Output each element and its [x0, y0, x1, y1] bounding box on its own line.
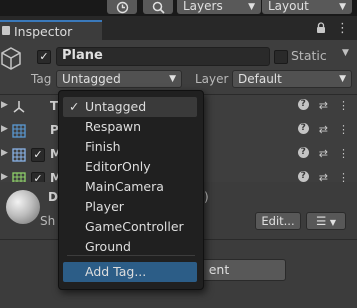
- material-name: D: [48, 190, 58, 204]
- static-label: Static: [291, 48, 327, 63]
- object-name-field[interactable]: Plane: [56, 47, 270, 66]
- gameobject-cube-icon: [1, 47, 21, 70]
- menu-item-respawn[interactable]: Respawn: [63, 117, 197, 137]
- chevron-down-icon[interactable]: ▼: [342, 48, 349, 58]
- check-icon: ✓: [33, 148, 43, 161]
- lock-icon[interactable]: [316, 22, 326, 34]
- menu-item-finish[interactable]: Finish: [63, 137, 197, 157]
- menu-item-gamecontroller[interactable]: GameController: [63, 217, 197, 237]
- material-name-tail: ): [204, 190, 209, 204]
- chevron-down-icon: ▼: [329, 218, 337, 227]
- help-icon[interactable]: ?: [297, 99, 309, 110]
- material-preview-sphere: [6, 190, 40, 224]
- search-button[interactable]: [143, 0, 173, 14]
- edit-label: Edit...: [261, 214, 295, 228]
- active-checkbox[interactable]: ✓: [37, 50, 51, 64]
- menu-item-label: GameController: [85, 219, 184, 234]
- layer-label: Layer: [195, 72, 229, 86]
- object-name-value: Plane: [62, 48, 103, 63]
- tag-value: Untagged: [62, 72, 121, 86]
- top-toolbar: Layers ▼ Layout ▼: [0, 0, 357, 16]
- inspector-icon: [2, 26, 10, 35]
- object-header: ✓ Plane Static ▼ Tag Untagged ▼ Layer De…: [0, 40, 357, 95]
- help-icon[interactable]: ?: [297, 123, 309, 134]
- list-icon: ☰: [315, 214, 327, 228]
- component-enabled-checkbox[interactable]: ✓: [31, 148, 45, 162]
- preset-icon[interactable]: ⇄: [319, 147, 328, 160]
- expand-arrow-icon[interactable]: ▶: [1, 148, 8, 158]
- expand-arrow-icon[interactable]: ▶: [1, 172, 8, 182]
- shader-label: Sh: [40, 214, 56, 228]
- preset-icon[interactable]: ⇄: [319, 123, 328, 136]
- help-icon[interactable]: ?: [297, 147, 309, 158]
- shader-options-dropdown[interactable]: ☰ ▼: [306, 212, 346, 230]
- component-actions: ? ⇄ ⋮: [297, 147, 349, 160]
- edit-shader-button[interactable]: Edit...: [255, 212, 301, 230]
- chevron-down-icon: ▼: [169, 74, 176, 84]
- layer-value: Default: [238, 72, 282, 86]
- check-icon: ✓: [39, 50, 49, 63]
- component-actions: ? ⇄ ⋮: [297, 99, 349, 112]
- transform-icon: [13, 101, 25, 113]
- menu-separator: [67, 255, 195, 256]
- menu-item-untagged[interactable]: ✓ Untagged: [63, 97, 197, 117]
- menu-item-label: Untagged: [85, 99, 147, 114]
- expand-arrow-icon[interactable]: ▶: [1, 124, 8, 134]
- menu-item-label: Add Tag...: [85, 264, 147, 279]
- menu-item-label: Respawn: [85, 119, 142, 134]
- tag-label: Tag: [31, 72, 52, 86]
- more-options-icon[interactable]: ⋮: [338, 99, 349, 112]
- menu-item-label: MainCamera: [85, 179, 164, 194]
- menu-item-label: Finish: [85, 139, 121, 154]
- component-actions: ? ⇄ ⋮: [297, 123, 349, 136]
- static-checkbox[interactable]: [274, 50, 288, 64]
- preset-icon[interactable]: ⇄: [319, 99, 328, 112]
- layers-dropdown[interactable]: Layers ▼: [177, 0, 261, 14]
- search-icon: [152, 1, 165, 14]
- menu-item-player[interactable]: Player: [63, 197, 197, 217]
- check-icon: ✓: [69, 99, 80, 114]
- menu-item-label: Player: [85, 199, 124, 214]
- history-icon: [116, 1, 128, 13]
- help-icon[interactable]: ?: [297, 171, 309, 182]
- menu-item-label: EditorOnly: [85, 159, 151, 174]
- chevron-down-icon: ▼: [339, 2, 346, 12]
- menu-item-editoronly[interactable]: EditorOnly: [63, 157, 197, 177]
- more-options-icon[interactable]: ⋮: [338, 147, 349, 160]
- history-button[interactable]: [107, 0, 137, 14]
- add-component-label: ent: [208, 262, 230, 277]
- menu-item-label: Ground: [85, 239, 131, 254]
- menu-item-maincamera[interactable]: MainCamera: [63, 177, 197, 197]
- menu-item-ground[interactable]: Ground: [63, 237, 197, 257]
- chevron-down-icon: ▼: [339, 74, 346, 84]
- menu-item-add-tag[interactable]: Add Tag...: [63, 262, 197, 282]
- layout-dropdown[interactable]: Layout ▼: [262, 0, 352, 14]
- layers-label: Layers: [183, 0, 223, 13]
- tag-dropdown[interactable]: Untagged ▼: [56, 70, 182, 88]
- tag-dropdown-menu: ✓ Untagged Respawn Finish EditorOnly Mai…: [58, 90, 204, 290]
- component-label: T: [50, 99, 59, 113]
- chevron-down-icon: ▼: [248, 2, 255, 12]
- tab-title: Inspector: [14, 24, 73, 39]
- more-options-icon[interactable]: ⋮: [338, 123, 349, 136]
- tab-inspector[interactable]: Inspector: [0, 20, 102, 40]
- expand-arrow-icon[interactable]: ▶: [1, 100, 8, 110]
- layout-label: Layout: [268, 0, 309, 13]
- layer-dropdown[interactable]: Default ▼: [232, 70, 352, 88]
- more-options-icon[interactable]: ⋮: [336, 21, 349, 36]
- mesh-filter-icon: [12, 124, 26, 138]
- mesh-renderer-icon: [12, 148, 26, 162]
